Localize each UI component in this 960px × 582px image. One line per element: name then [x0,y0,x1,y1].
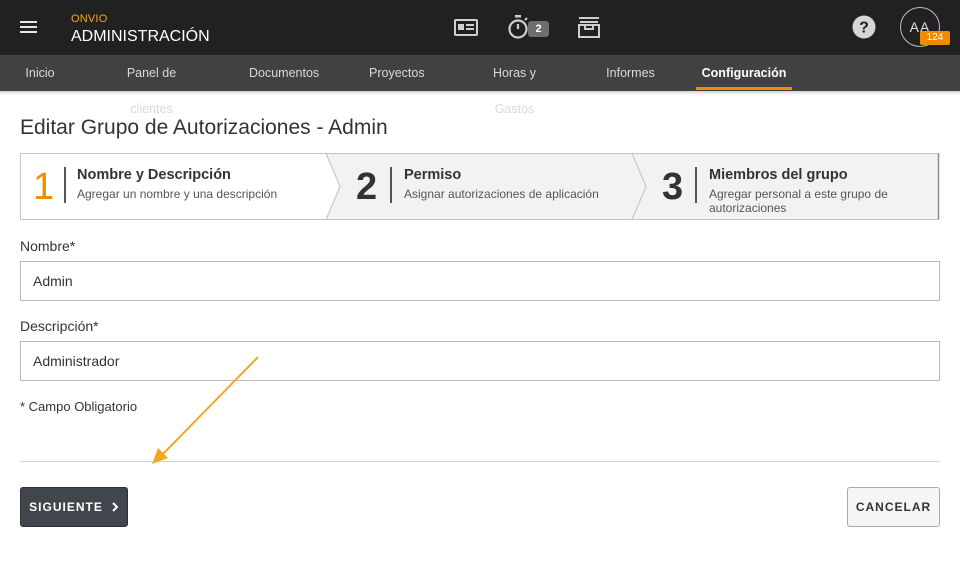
cancel-button[interactable]: CANCELAR [847,487,940,527]
main-navigation: Inicio Panel de clientes Documentos Proy… [0,55,960,116]
nav-item-proyectos[interactable]: Proyectos [369,55,425,91]
step-number: 1 [33,166,55,208]
page-title: Editar Grupo de Autorizaciones - Admin [20,116,388,139]
help-icon[interactable]: ? [851,14,877,40]
required-field-note: * Campo Obligatorio [20,399,138,414]
svg-text:?: ? [859,20,869,37]
next-button[interactable]: SIGUIENTE [20,487,128,527]
notification-count-badge: 124 [920,31,950,45]
step-divider [64,167,66,203]
nav-item-informes[interactable]: Informes [606,55,655,91]
name-input[interactable] [20,261,940,301]
next-button-label: SIGUIENTE [29,500,103,514]
step-number: 2 [356,166,378,208]
step-divider [695,167,697,203]
step-title: Permiso [404,167,462,183]
name-field-label: Nombre* [20,238,76,254]
nav-item-documentos[interactable]: Documentos [249,55,319,91]
stepper-step-2[interactable]: 2 Permiso Asignar autorizaciones de apli… [338,153,638,220]
wizard-stepper: 1 Nombre y Descripción Agregar un nombre… [20,153,940,220]
nav-item-configuracion[interactable]: Configuración [696,55,792,91]
contact-card-icon[interactable] [453,14,479,40]
stepper-step-3[interactable]: 3 Miembros del grupo Agregar personal a … [644,153,938,220]
nav-item-horas-y-gastos[interactable]: Horas y Gastos [473,55,556,116]
step-description: Asignar autorizaciones de aplicación [404,187,599,201]
nav-item-panel-de-clientes[interactable]: Panel de clientes [104,55,199,116]
brand-module-title: ADMINISTRACIÓN [71,28,210,45]
step-title: Nombre y Descripción [77,167,231,183]
hamburger-menu-icon[interactable] [20,18,46,38]
timer-count-badge: 2 [528,21,549,37]
step-title: Miembros del grupo [709,167,848,183]
step-divider [390,167,392,203]
brand-product-name: ONVIO [71,13,108,25]
description-field-label: Descripción* [20,318,99,334]
chevron-right-icon [112,502,119,512]
step-description: Agregar personal a este grupo de autoriz… [709,187,888,215]
form-divider [20,461,940,462]
step-number: 3 [662,166,684,208]
nav-item-inicio[interactable]: Inicio [25,55,55,91]
archive-tray-icon[interactable] [576,14,602,40]
description-input[interactable] [20,341,940,381]
stepper-step-1[interactable]: 1 Nombre y Descripción Agregar un nombre… [20,153,330,220]
nav-shadow [0,91,960,95]
step-description: Agregar un nombre y una descripción [77,187,278,201]
top-bar: ONVIO ADMINISTRACIÓN 2 ? AA 124 [0,0,960,55]
